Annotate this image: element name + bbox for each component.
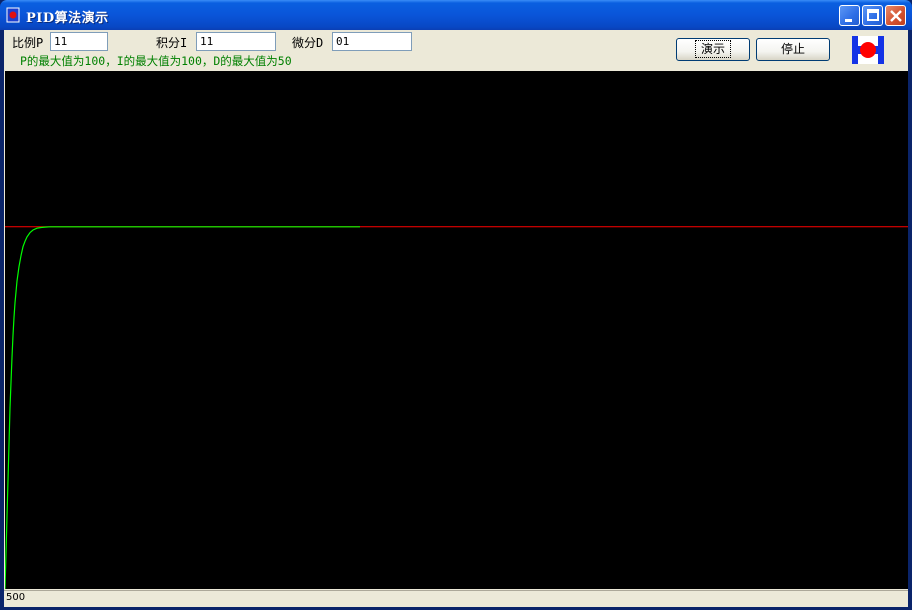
param-hint: P的最大值为100，I的最大值为100，D的最大值为50 (20, 54, 292, 68)
plot-canvas (5, 71, 908, 589)
close-icon (890, 10, 902, 22)
status-text: 500 (6, 592, 26, 603)
title-bar[interactable]: PID算法演示 (0, 0, 912, 30)
window-title: PID算法演示 (26, 11, 109, 26)
maximize-button[interactable] (862, 5, 883, 26)
status-bar: 500 (4, 590, 908, 607)
stop-button[interactable]: 停止 (756, 38, 830, 61)
maximize-icon (867, 9, 879, 21)
minimize-button[interactable] (839, 5, 860, 26)
p-label: 比例P (12, 36, 44, 50)
client-area: 比例P 积分I 微分D P的最大值为100，I的最大值为100，D的最大值为50… (4, 30, 908, 607)
d-label: 微分D (292, 36, 324, 50)
demo-button[interactable]: 演示 (676, 38, 750, 61)
stop-button-label: 停止 (780, 42, 805, 56)
pid-response-plot (5, 226, 908, 589)
demo-button-label: 演示 (694, 40, 732, 58)
response-curve (5, 226, 360, 589)
record-logo-icon (852, 36, 884, 64)
pid-app-icon (6, 7, 20, 23)
d-input[interactable] (332, 32, 412, 51)
i-label: 积分I (156, 36, 188, 50)
p-input[interactable] (50, 32, 108, 51)
app-window: PID算法演示 比例P 积分I 微分D P的最大值为100，I的最大值为100，… (0, 0, 912, 610)
minimize-icon (845, 19, 852, 22)
close-button[interactable] (885, 5, 906, 26)
i-input[interactable] (196, 32, 276, 51)
